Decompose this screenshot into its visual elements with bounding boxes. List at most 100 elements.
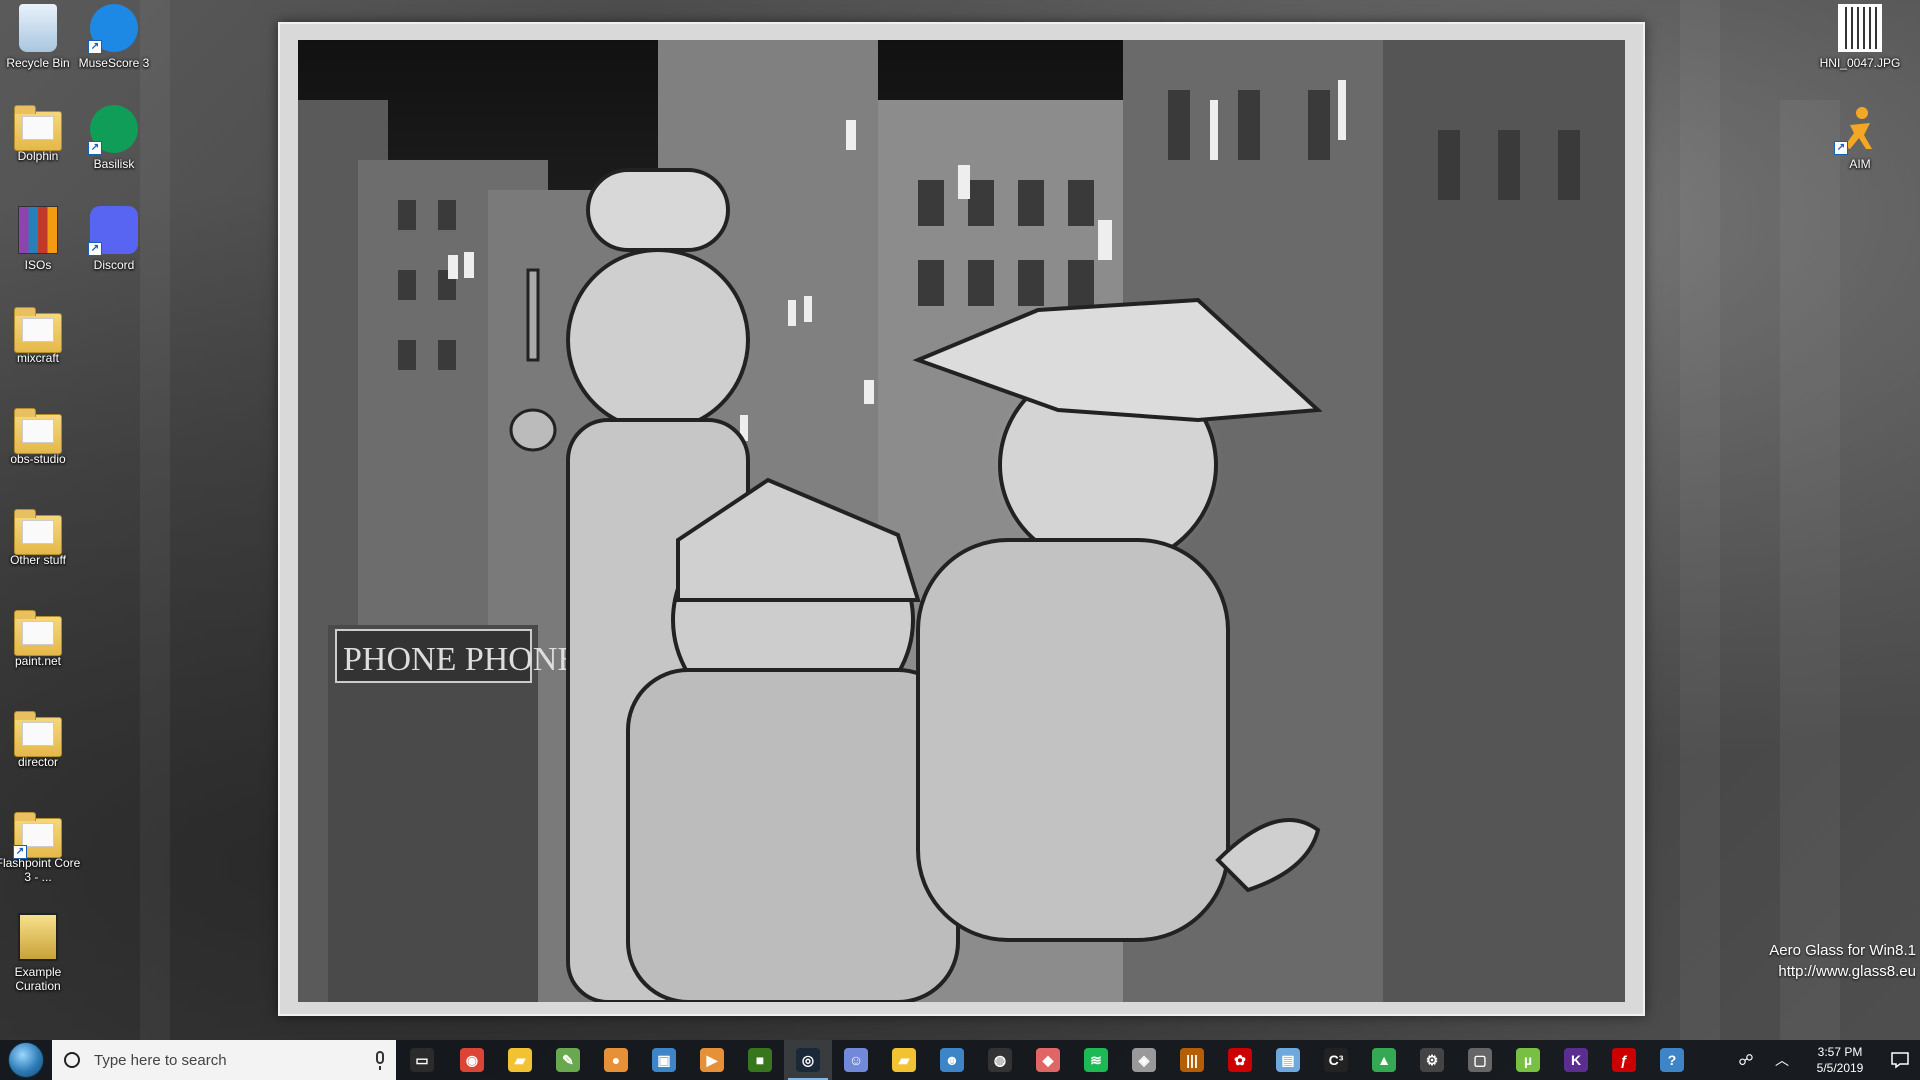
discord-app-icon: ☺ xyxy=(844,1048,868,1072)
taskbar-button-shield[interactable]: ◈ xyxy=(1120,1040,1168,1080)
desktop-icon-label: MuseScore 3 xyxy=(78,56,150,70)
taskbar-button-media-player[interactable]: ▶ xyxy=(688,1040,736,1080)
notification-icon xyxy=(1891,1052,1909,1069)
desktop-icon-other-stuff[interactable]: Other stuff xyxy=(0,509,84,567)
winrar-archive-icon xyxy=(18,206,58,254)
desktop-icon-basilisk[interactable]: ↗ Basilisk xyxy=(68,105,160,171)
shortcut-arrow-icon: ↗ xyxy=(88,141,102,155)
discord-icon: ↗ xyxy=(88,206,138,256)
qr-image-icon xyxy=(1838,4,1882,52)
aero-glass-watermark: Aero Glass for Win8.1 http://www.glass8.… xyxy=(1769,940,1916,982)
task-view-icon: ▭ xyxy=(410,1048,434,1072)
desktop-icon-mixcraft[interactable]: mixcraft xyxy=(0,307,84,365)
taskbar-button-help[interactable]: ? xyxy=(1648,1040,1696,1080)
help-icon: ? xyxy=(1660,1048,1684,1072)
desktop-icon-hni-0047-jpg[interactable]: HNI_0047.JPG xyxy=(1814,4,1906,70)
steam-icon: ◎ xyxy=(796,1048,820,1072)
taskbar-button-paint[interactable]: ✿ xyxy=(1216,1040,1264,1080)
desktop-icon-aim[interactable]: ↗ AIM xyxy=(1814,105,1906,171)
basilisk-icon: ↗ xyxy=(88,105,138,155)
desktop-icon-director[interactable]: director xyxy=(0,711,84,769)
taskbar-button-folder-app[interactable]: ▰ xyxy=(880,1040,928,1080)
visual-studio-icon: K xyxy=(1564,1048,1588,1072)
curation-icon xyxy=(18,913,58,961)
people-tray-button[interactable]: ☍ xyxy=(1728,1040,1764,1080)
taskbar-button-c3[interactable]: C³ xyxy=(1312,1040,1360,1080)
taskbar-button-utorrent[interactable]: µ xyxy=(1504,1040,1552,1080)
taskbar-button-settings-gear[interactable]: ⚙ xyxy=(1408,1040,1456,1080)
location-icon: ◆ xyxy=(1036,1048,1060,1072)
desktop-icon-label: HNI_0047.JPG xyxy=(1819,56,1901,70)
taskbar-button-task-view[interactable]: ▭ xyxy=(396,1040,448,1080)
taskbar-button-discord-app[interactable]: ☺ xyxy=(832,1040,880,1080)
chrome-icon: ◉ xyxy=(460,1048,484,1072)
chevron-up-icon: ︿ xyxy=(1775,1052,1789,1068)
taskbar-button-google-drive[interactable]: ▲ xyxy=(1360,1040,1408,1080)
search-placeholder: Type here to search xyxy=(94,1051,227,1069)
shortcut-arrow-icon: ↗ xyxy=(13,845,27,859)
utorrent-icon: µ xyxy=(1516,1048,1540,1072)
spotify-icon: ≋ xyxy=(1084,1048,1108,1072)
clock-time: 3:57 PM xyxy=(1817,1045,1863,1059)
c3-icon: C³ xyxy=(1324,1048,1348,1072)
taskbar-button-steam[interactable]: ◎ xyxy=(784,1040,832,1080)
folder-icon xyxy=(14,610,62,656)
audio-editor-icon: ||| xyxy=(1180,1048,1204,1072)
taskbar-button-window[interactable]: ▢ xyxy=(1456,1040,1504,1080)
musescore-icon: ↗ xyxy=(88,4,138,54)
desktop-icon-discord[interactable]: ↗ Discord xyxy=(68,206,160,272)
shield-icon: ◈ xyxy=(1132,1048,1156,1072)
cortana-icon xyxy=(64,1052,80,1068)
taskbar-button-people[interactable]: ☻ xyxy=(928,1040,976,1080)
paint-icon: ✿ xyxy=(1228,1048,1252,1072)
folder-shortcut-icon: ↗ xyxy=(13,812,62,859)
noir-artwork: PHONE PHONE xyxy=(298,40,1625,1002)
clock[interactable]: 3:57 PM 5/5/2019 xyxy=(1800,1044,1880,1076)
desktop-icon-flashpoint-core-3[interactable]: ↗ Flashpoint Core 3 - ... xyxy=(0,812,84,884)
folder-icon xyxy=(14,509,62,555)
taskbar-button-file-explorer[interactable]: ▰ xyxy=(496,1040,544,1080)
taskbar-button-monitor-app[interactable]: ▣ xyxy=(640,1040,688,1080)
taskbar-button-flash[interactable]: ƒ xyxy=(1600,1040,1648,1080)
minecraft-icon: ■ xyxy=(748,1048,772,1072)
taskbar-button-audio-editor[interactable]: ||| xyxy=(1168,1040,1216,1080)
desktop-icon-label: Basilisk xyxy=(93,157,135,171)
settings-gear-icon: ⚙ xyxy=(1420,1048,1444,1072)
folder-icon xyxy=(14,711,62,757)
desktop-icon-obs-studio[interactable]: obs-studio xyxy=(0,408,84,466)
aim-icon: ↗ xyxy=(1834,105,1884,155)
start-button[interactable] xyxy=(0,1040,52,1080)
microphone-icon[interactable] xyxy=(376,1051,384,1070)
taskbar-button-screen-tool[interactable]: ▤ xyxy=(1264,1040,1312,1080)
desktop-icon-label: paint.net xyxy=(14,654,62,668)
people-tray-icon: ☍ xyxy=(1738,1052,1754,1069)
desktop-icon-paint-net[interactable]: paint.net xyxy=(0,610,84,668)
taskbar-button-spotify[interactable]: ≋ xyxy=(1072,1040,1120,1080)
shortcut-arrow-icon: ↗ xyxy=(88,40,102,54)
taskbar-button-notepad-plus[interactable]: ✎ xyxy=(544,1040,592,1080)
desktop-icon-musescore-3[interactable]: ↗ MuseScore 3 xyxy=(68,4,160,70)
obs-icon: ◍ xyxy=(988,1048,1012,1072)
window-icon: ▢ xyxy=(1468,1048,1492,1072)
taskbar: Type here to search ▭ ◉ ▰ ✎ ● ▣ ▶ ■ ◎ ☺ ▰ ☻ ◍ ◆ ≋ ◈ ||| ✿… xyxy=(0,1040,1920,1080)
taskbar-button-chrome[interactable]: ◉ xyxy=(448,1040,496,1080)
show-hidden-icons-button[interactable]: ︿ xyxy=(1764,1040,1800,1080)
desktop-icon-label: Example Curation xyxy=(14,965,62,993)
taskbar-button-visual-studio[interactable]: K xyxy=(1552,1040,1600,1080)
taskbar-button-obs[interactable]: ◍ xyxy=(976,1040,1024,1080)
desktop-icon-label: AIM xyxy=(1849,157,1871,171)
pinned-apps: ▭ ◉ ▰ ✎ ● ▣ ▶ ■ ◎ ☺ ▰ ☻ ◍ ◆ ≋ ◈ ||| ✿ ▤ C³ ▲ ⚙ ▢ µ Kƒ? xyxy=(396,1040,1696,1080)
desktop-icon-example-curation[interactable]: Example Curation xyxy=(0,913,84,993)
folder-icon xyxy=(14,105,62,151)
noir-city-illustration: PHONE PHONE xyxy=(298,40,1625,1002)
system-tray: ☍ ︿ 3:57 PM 5/5/2019 xyxy=(1728,1040,1920,1080)
taskbar-button-game[interactable]: ● xyxy=(592,1040,640,1080)
taskbar-button-minecraft[interactable]: ■ xyxy=(736,1040,784,1080)
flash-icon: ƒ xyxy=(1612,1048,1636,1072)
windows-orb-icon xyxy=(8,1042,44,1078)
desktop-icon-label: obs-studio xyxy=(10,452,66,466)
taskbar-button-location[interactable]: ◆ xyxy=(1024,1040,1072,1080)
action-center-button[interactable] xyxy=(1880,1040,1920,1080)
search-box[interactable]: Type here to search xyxy=(52,1040,396,1080)
folder-app-icon: ▰ xyxy=(892,1048,916,1072)
